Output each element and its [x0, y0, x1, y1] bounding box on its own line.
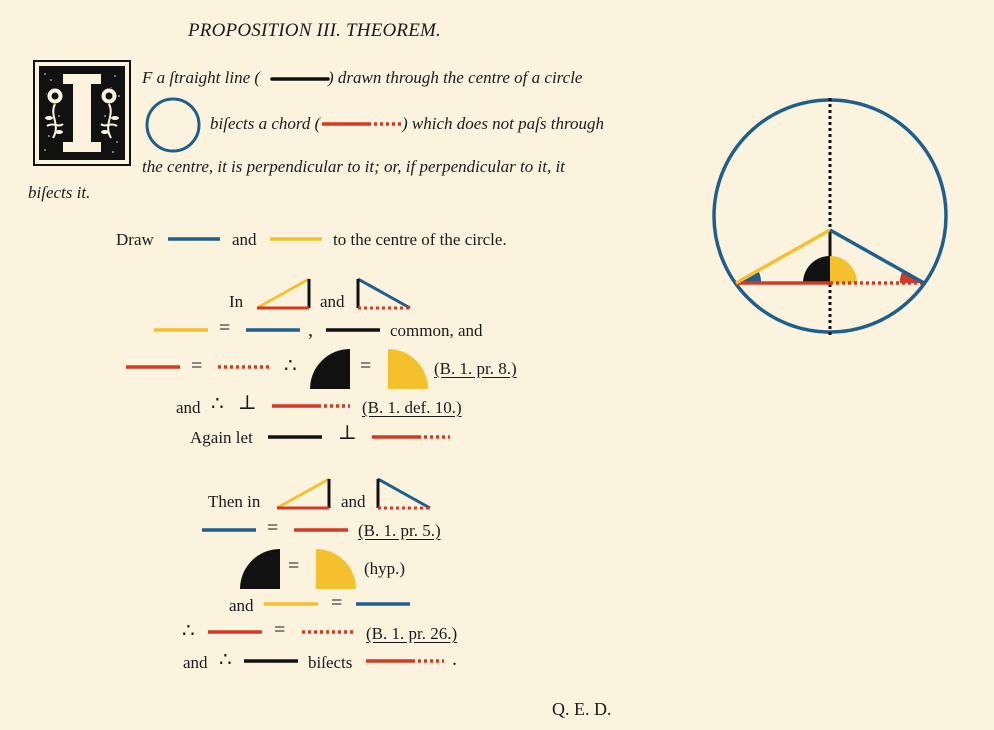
proof2-bisects: biſects	[308, 653, 353, 672]
red-dotted-line-icon	[272, 404, 350, 408]
intro-line3: the centre, it is perpendicular to it; o…	[142, 157, 565, 176]
red-line-icon	[126, 365, 180, 369]
intro-line2a: biſects a chord (	[210, 114, 321, 133]
red-dotted-line-icon	[302, 630, 356, 634]
proof2-and2: and	[229, 596, 254, 615]
therefore-symbol: ∴	[211, 393, 224, 415]
draw-rest: to the centre of the circle.	[333, 230, 507, 249]
black-angle	[803, 256, 830, 283]
equals-sign: =	[360, 355, 372, 377]
red-line-icon	[294, 528, 348, 532]
intro-line1b: ) drawn through the centre of a circle	[328, 68, 583, 87]
hyp-label: (hyp.)	[364, 559, 406, 578]
equals-sign: =	[219, 317, 231, 339]
intro-line2b: ) which does not paſs through	[402, 114, 604, 133]
ref-b1-pr5: (B. 1. pr. 5.)	[358, 521, 441, 540]
triangle-icon-right	[376, 477, 431, 510]
qed: Q. E. D.	[552, 699, 612, 719]
page-title: PROPOSITION III. THEOREM.	[188, 20, 442, 41]
black-line-icon	[326, 328, 380, 332]
equals-sign: =	[288, 555, 300, 577]
equals-sign: =	[331, 592, 343, 614]
equals-sign: =	[191, 355, 203, 377]
therefore-symbol: ∴	[182, 620, 195, 642]
therefore-symbol: ∴	[219, 649, 232, 671]
red-line-icon	[208, 630, 262, 634]
comma: ,	[308, 319, 313, 341]
proof1-again: Again let	[190, 428, 253, 447]
black-line-icon	[244, 659, 298, 663]
perpendicular-symbol: ⊥	[338, 422, 357, 444]
proof1-common: common, and	[390, 321, 483, 340]
intro-line4: biſects it.	[28, 183, 91, 202]
black-angle-icon	[240, 549, 280, 589]
equals-sign: =	[267, 517, 279, 539]
yellow-angle	[830, 256, 857, 283]
yellow-line-icon	[270, 237, 322, 241]
ref-b1-def10: (B. 1. def. 10.)	[362, 398, 462, 417]
blue-line-icon	[246, 328, 300, 332]
red-dotted-line-icon	[366, 659, 444, 663]
draw-word: Draw	[116, 230, 154, 249]
perpendicular-symbol: ⊥	[238, 392, 257, 414]
proof2-and: and	[341, 492, 366, 511]
proof1-in: In	[229, 292, 244, 311]
proof2-then-in: Then in	[208, 492, 261, 511]
dropcap-ornament-icon	[39, 66, 125, 160]
triangle-icon-right	[356, 277, 411, 310]
black-line-icon	[270, 77, 330, 81]
ref-b1-pr26: (B. 1. pr. 26.)	[366, 624, 458, 643]
period: .	[452, 648, 457, 670]
black-angle-icon	[310, 349, 350, 389]
blue-line-icon	[202, 528, 256, 532]
blue-line-icon	[356, 602, 410, 606]
proof1-and: and	[320, 292, 345, 311]
draw-and: and	[232, 230, 257, 249]
equals-sign: =	[274, 619, 286, 641]
red-dotted-line-icon	[218, 365, 272, 369]
yellow-angle-icon	[388, 349, 428, 389]
proof1-and2: and	[176, 398, 201, 417]
intro-line1a: F a ſtraight line (	[142, 68, 261, 87]
therefore-symbol: ∴	[284, 355, 297, 377]
dropcap-ornament	[33, 60, 131, 166]
blue-line-icon	[168, 237, 220, 241]
black-line-icon	[268, 435, 322, 439]
yellow-line-icon	[264, 602, 318, 606]
proof2-and3: and	[183, 653, 208, 672]
triangle-icon-left	[276, 477, 331, 510]
triangle-icon-left	[256, 277, 311, 310]
red-dotted-line-icon	[322, 122, 402, 126]
circle-icon	[145, 97, 201, 153]
yellow-angle-icon	[316, 549, 356, 589]
red-dotted-line-icon	[372, 435, 450, 439]
circle-diagram	[712, 98, 948, 336]
ref-b1-pr8: (B. 1. pr. 8.)	[434, 359, 517, 378]
yellow-line-icon	[154, 328, 208, 332]
